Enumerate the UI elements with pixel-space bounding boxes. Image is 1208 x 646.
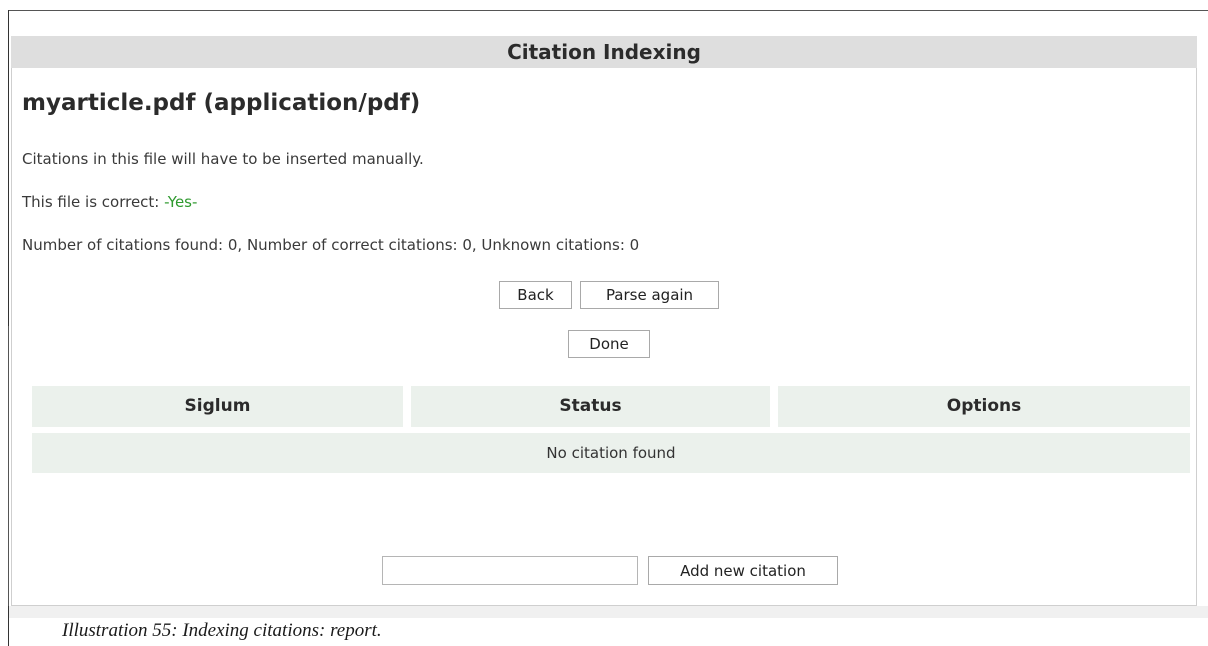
file-correct-line: This file is correct: -Yes-	[22, 193, 197, 211]
done-button[interactable]: Done	[568, 330, 650, 358]
file-correct-value: -Yes-	[164, 193, 198, 211]
add-new-citation-button[interactable]: Add new citation	[648, 556, 838, 585]
panel-title: Citation Indexing	[11, 36, 1197, 68]
caption-left-rule	[8, 606, 9, 646]
column-header-status: Status	[411, 386, 770, 427]
file-title: myarticle.pdf (application/pdf)	[22, 90, 421, 116]
panel-bottom-strip	[9, 606, 1208, 618]
column-header-options: Options	[778, 386, 1190, 427]
citation-indexing-panel	[11, 36, 1197, 606]
parse-again-button[interactable]: Parse again	[580, 281, 719, 309]
figure-caption: Illustration 55: Indexing citations: rep…	[62, 620, 382, 641]
citation-counts: Number of citations found: 0, Number of …	[22, 236, 640, 254]
back-button[interactable]: Back	[499, 281, 572, 309]
frame-left-rule	[8, 10, 9, 326]
file-correct-label: This file is correct:	[22, 193, 165, 211]
column-header-siglum: Siglum	[32, 386, 403, 427]
new-citation-input[interactable]	[382, 556, 638, 585]
empty-table-message: No citation found	[32, 433, 1190, 473]
manual-insert-note: Citations in this file will have to be i…	[22, 150, 424, 168]
